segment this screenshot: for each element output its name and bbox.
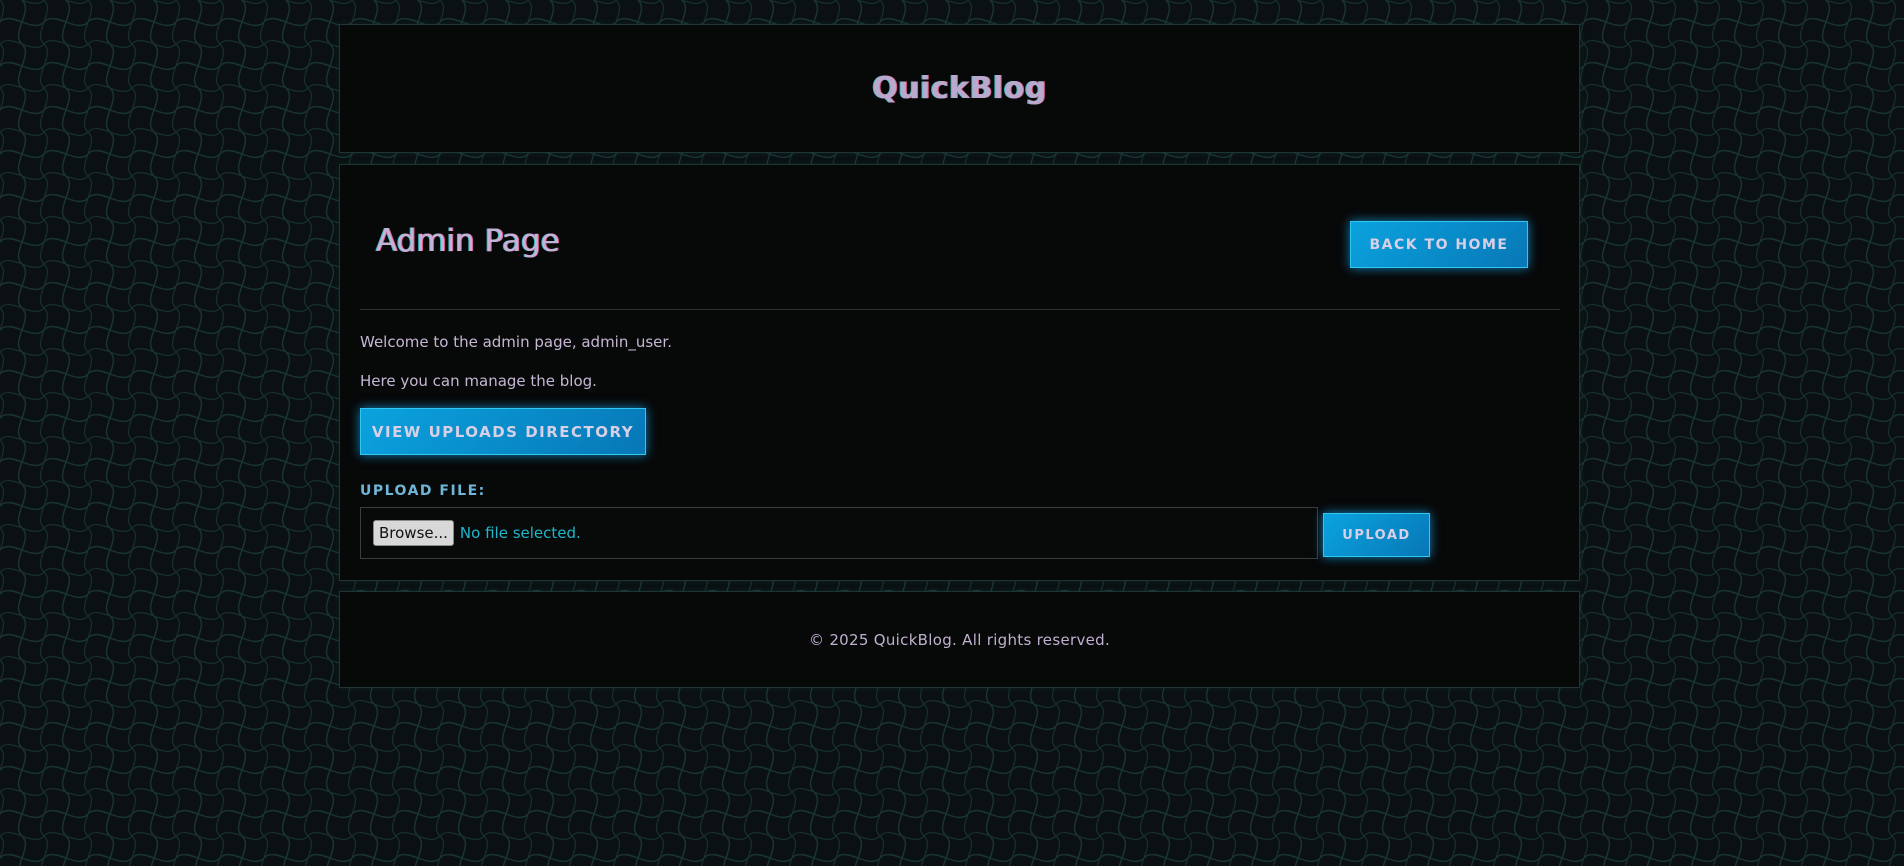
file-input[interactable]: Browse... No file selected. bbox=[360, 507, 1318, 559]
footer-copyright: © 2025 QuickBlog. All rights reserved. bbox=[808, 630, 1111, 649]
welcome-text: Welcome to the admin page, admin_user. bbox=[360, 333, 672, 351]
upload-button[interactable]: UPLOAD bbox=[1323, 513, 1430, 557]
file-status-text: No file selected. bbox=[459, 524, 581, 542]
divider bbox=[360, 309, 1560, 310]
site-title[interactable]: QuickBlog bbox=[872, 71, 1047, 106]
upload-file-label: UPLOAD FILE: bbox=[360, 483, 486, 499]
back-to-home-button[interactable]: BACK TO HOME bbox=[1350, 221, 1528, 268]
admin-panel: Admin Page BACK TO HOME Welcome to the a… bbox=[339, 164, 1580, 581]
view-uploads-directory-button[interactable]: VIEW UPLOADS DIRECTORY bbox=[360, 408, 646, 455]
manage-text: Here you can manage the blog. bbox=[360, 372, 597, 390]
browse-button[interactable]: Browse... bbox=[373, 520, 454, 546]
site-footer: © 2025 QuickBlog. All rights reserved. bbox=[339, 591, 1580, 688]
site-header: QuickBlog bbox=[339, 24, 1580, 153]
page-title: Admin Page bbox=[376, 223, 560, 259]
